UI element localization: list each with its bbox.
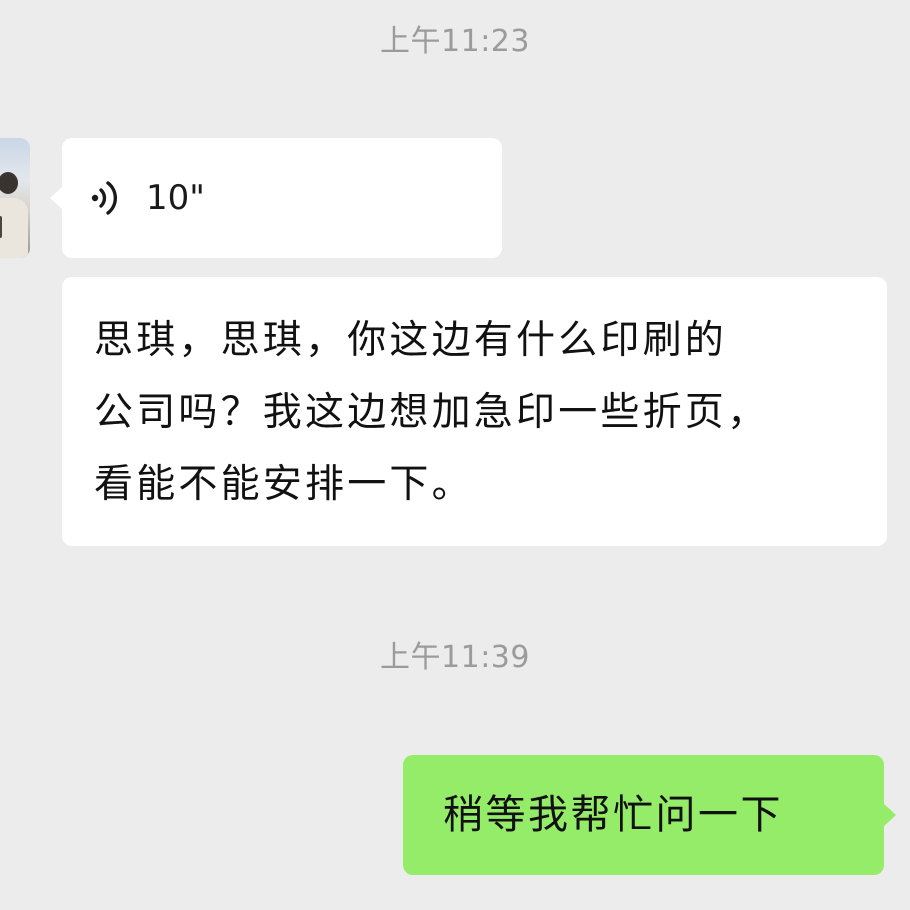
avatar-body bbox=[0, 198, 28, 258]
voice-message-bubble[interactable] bbox=[50, 138, 502, 258]
outgoing-text-bubble[interactable]: 稍等我帮忙问一下 bbox=[403, 755, 896, 875]
outgoing-message-text: 稍等我帮忙问一下 bbox=[443, 792, 783, 838]
avatar-head bbox=[0, 172, 18, 194]
incoming-message-text: 思琪，思琪，你这边有什么印刷的 公司吗？我这边想加急印一些折页， 看能不能安排一… bbox=[94, 318, 770, 507]
incoming-text-bubble[interactable]: 思琪，思琪，你这边有什么印刷的 公司吗？我这边想加急印一些折页， 看能不能安排一… bbox=[62, 277, 887, 546]
timestamp-1139: 上午11:39 bbox=[380, 640, 530, 675]
contact-avatar[interactable] bbox=[0, 138, 30, 258]
voice-wave-icon bbox=[91, 181, 118, 215]
voice-duration: 10" bbox=[146, 178, 205, 218]
timestamp-1123: 上午11:23 bbox=[380, 24, 530, 59]
avatar-detail bbox=[0, 216, 2, 238]
